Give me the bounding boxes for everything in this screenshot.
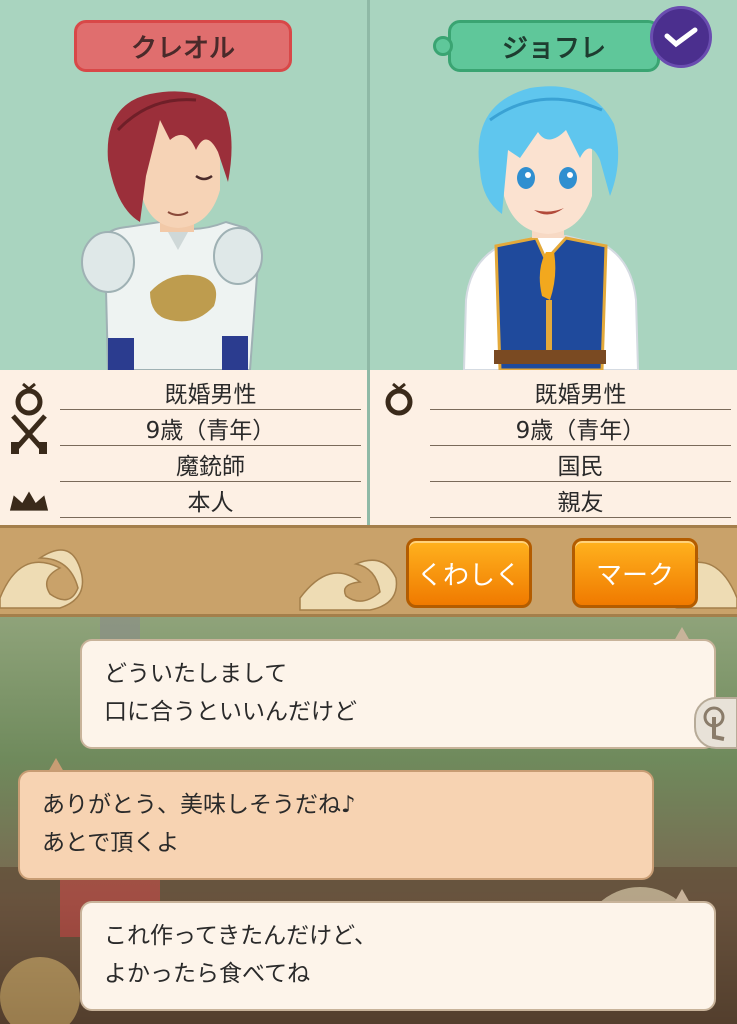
chat-bubble: これ作ってきたんだけど、 よかったら食べてね (80, 889, 716, 1011)
name-tag-knob (433, 36, 453, 56)
chat-scene: どういたしまして 口に合うといいんだけど ありがとう、美味しそうだね♪ あとで頂… (0, 617, 737, 1024)
action-band: くわしく マーク (0, 525, 737, 617)
left-character-info: 既婚男性 9歳（青年） 魔銃師 本人 (0, 370, 367, 525)
left-character-name: クレオル (130, 33, 235, 64)
chat-line: どういたしまして (104, 661, 288, 687)
marital-status: 既婚男性 (430, 374, 731, 410)
bubble-tail (48, 758, 64, 772)
chat-line: よかったら食べてね (104, 961, 311, 987)
marital-status: 既婚男性 (60, 374, 361, 410)
relation: 親友 (430, 482, 731, 518)
age: 9歳（青年） (430, 410, 731, 446)
touch-icon[interactable] (694, 697, 737, 749)
chat-line: これ作ってきたんだけど、 (104, 923, 378, 949)
chat-line: あとで頂くよ (42, 830, 180, 856)
right-character-name-tag: ジョフレ (433, 20, 660, 72)
crown-icon (8, 484, 50, 520)
bubble-tail (674, 627, 690, 641)
chat-bubble: ありがとう、美味しそうだね♪ あとで頂くよ (18, 758, 654, 880)
age: 9歳（青年） (60, 410, 361, 446)
right-character-name: ジョフレ (501, 33, 606, 64)
ring-icon (8, 380, 50, 416)
chat-line: ありがとう、美味しそうだね♪ (42, 792, 356, 818)
job: 魔銃師 (60, 446, 361, 482)
right-character-info: 既婚男性 9歳（青年） 国民 親友 (370, 370, 737, 525)
details-button[interactable]: くわしく (406, 538, 532, 608)
chat-line: 口に合うといいんだけど (104, 699, 357, 725)
chat-bubble: どういたしまして 口に合うといいんだけど (80, 627, 716, 749)
left-character-name-tag: クレオル (74, 20, 292, 72)
relation: 本人 (60, 482, 361, 518)
job: 国民 (430, 446, 731, 482)
crossed-guns-icon (8, 414, 50, 454)
mark-button[interactable]: マーク (572, 538, 698, 608)
panel-divider (367, 0, 370, 525)
check-badge-icon[interactable] (650, 6, 712, 68)
ring-icon (378, 380, 420, 416)
bubble-tail (674, 889, 690, 903)
